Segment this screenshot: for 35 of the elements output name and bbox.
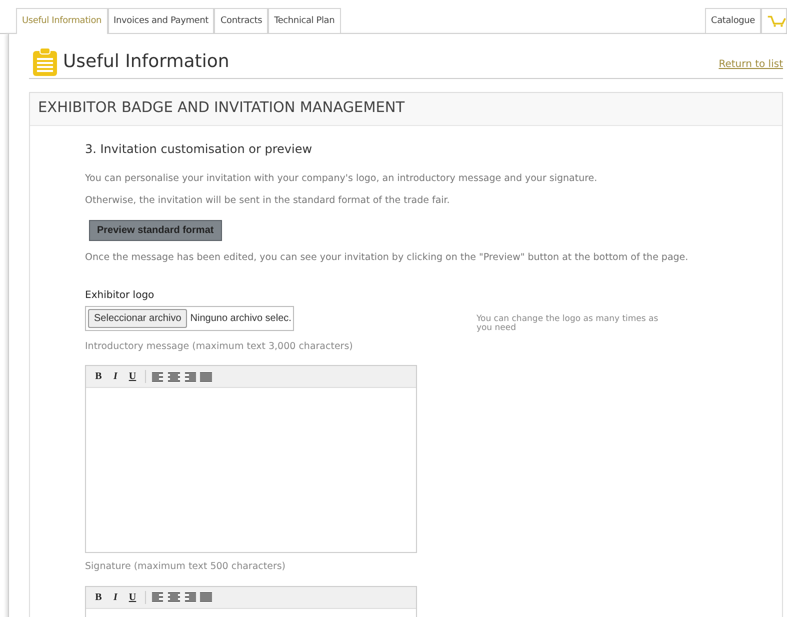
align-left-icon[interactable] (152, 372, 164, 382)
preview-button[interactable]: Preview standard format (89, 220, 222, 242)
file-input[interactable]: Seleccionar archivo Ninguno archivo selec. (85, 306, 294, 330)
tab[interactable]: Invoices and Payment (108, 8, 214, 33)
toolbar-button[interactable]: U (126, 590, 139, 605)
step-heading: 3. Invitation customisation or preview (85, 140, 314, 158)
toolbar-button[interactable]: B (92, 590, 105, 605)
align-right-icon[interactable] (184, 592, 196, 602)
clipboard-icon (33, 48, 57, 76)
align-left-icon[interactable] (152, 592, 164, 602)
tab[interactable]: Contracts (214, 8, 268, 33)
align-center-icon[interactable] (168, 372, 180, 382)
logo-hint: You can change the logo as many times as you need (476, 314, 660, 334)
note-text: Once the message has been edited, you can see your invitation by clicking on the "Preview" button at the bottom of the page. (85, 251, 690, 266)
text-editor[interactable]: B I U (85, 586, 417, 617)
section-header: EXHIBITOR BADGE AND INVITATION MANAGEMENT (30, 93, 782, 126)
toolbar-button[interactable]: B (92, 369, 105, 384)
toolbar-button[interactable]: I (109, 369, 122, 384)
text-editor[interactable]: B I U (85, 365, 417, 554)
justify-icon[interactable] (200, 372, 212, 382)
tab[interactable]: Technical Plan (268, 8, 341, 33)
justify-icon[interactable] (200, 592, 212, 602)
intro-text: You can personalise your invitation with your company's logo, an introductory message and your signature. (85, 172, 598, 186)
tab[interactable]: Catalogue (704, 8, 761, 33)
editor-label: Introductory message (maximum text 3,000 characters) (85, 340, 354, 354)
align-center-icon[interactable] (168, 592, 180, 602)
toolbar-button[interactable]: U (126, 369, 139, 384)
editor-label: Signature (maximum text 500 characters) (85, 560, 287, 574)
align-right-icon[interactable] (184, 372, 196, 382)
page-title: Useful Information (63, 50, 230, 74)
logo-label: Exhibitor logo (85, 288, 156, 302)
toolbar-button[interactable]: I (109, 590, 122, 605)
file-status: Ninguno archivo selec. (190, 312, 292, 326)
intro-text: Otherwise, the invitation will be sent in the standard format of the trade fair. (85, 194, 451, 208)
file-button[interactable]: Seleccionar archivo (88, 308, 188, 328)
